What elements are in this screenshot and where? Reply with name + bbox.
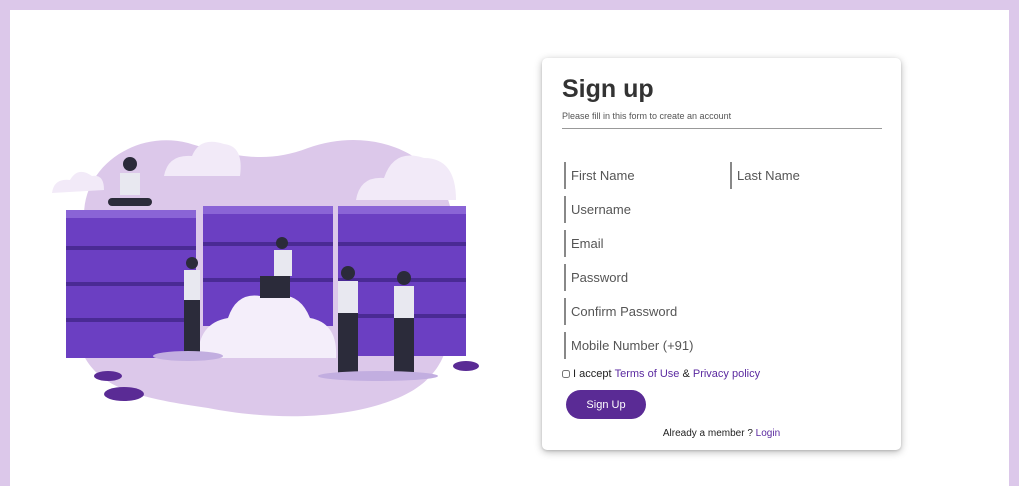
shadow-left <box>153 351 223 361</box>
first-name-field[interactable] <box>564 162 714 189</box>
terms-of-use-link[interactable]: Terms of Use <box>615 368 680 380</box>
person-standing-left <box>184 257 200 352</box>
email-field[interactable] <box>564 230 880 257</box>
server-rack-left <box>66 210 196 358</box>
title-divider <box>562 128 882 129</box>
form-subtitle: Please fill in this form to create an ac… <box>562 111 732 121</box>
login-link[interactable]: Login <box>756 428 780 439</box>
cloud-left <box>52 171 104 193</box>
member-text: Already a member ? <box>662 428 753 439</box>
person-standing-right-2 <box>394 271 414 374</box>
confirm-password-field[interactable] <box>564 298 880 325</box>
person-standing-right-1 <box>338 266 358 373</box>
member-row: Already a member ? Login <box>542 428 901 439</box>
shadow-right <box>318 371 438 381</box>
signup-card: Sign up Please fill in this form to crea… <box>542 58 901 450</box>
last-name-field[interactable] <box>730 162 880 189</box>
terms-prefix: I accept <box>573 368 612 380</box>
terms-and: & <box>682 368 690 380</box>
terms-checkbox[interactable] <box>562 370 570 378</box>
privacy-policy-link[interactable]: Privacy policy <box>693 368 760 380</box>
terms-row: I accept Terms of Use & Privacy policy <box>562 368 760 380</box>
page-title: Sign up <box>562 75 654 103</box>
server-cloud-illustration <box>52 140 479 417</box>
password-field[interactable] <box>564 264 880 291</box>
username-field[interactable] <box>564 196 880 223</box>
sign-up-button[interactable]: Sign Up <box>566 390 646 419</box>
mobile-number-field[interactable] <box>564 332 880 359</box>
